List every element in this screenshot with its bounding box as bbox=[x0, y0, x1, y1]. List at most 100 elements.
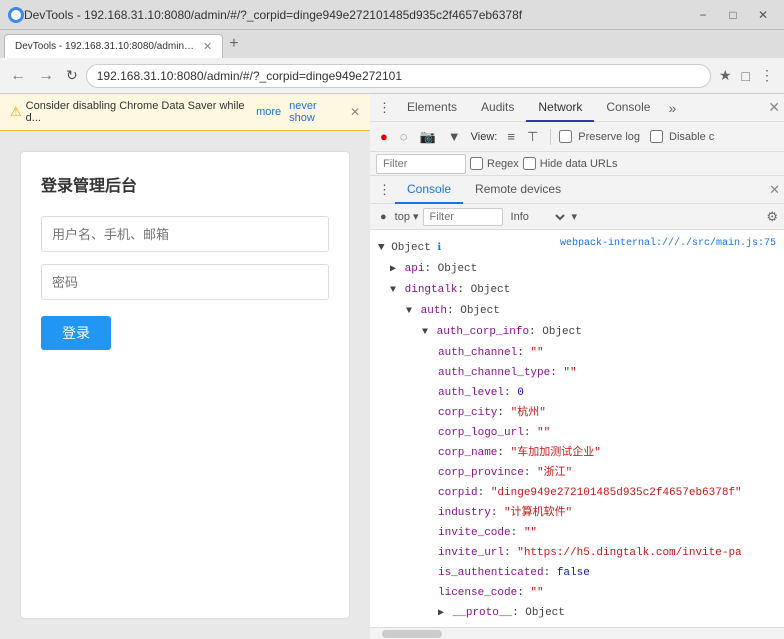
proto1-toggle[interactable]: ▶ bbox=[438, 608, 444, 619]
tree-root-toggle[interactable]: ▼ Object bbox=[378, 242, 437, 254]
new-tab-button[interactable]: + bbox=[229, 35, 238, 53]
hide-data-urls-label: Hide data URLs bbox=[540, 158, 618, 170]
warning-icon: ⚠ bbox=[10, 104, 22, 120]
username-input[interactable] bbox=[41, 216, 329, 252]
tab-bar: DevTools - 192.168.31.10:8080/admin/#/?_… bbox=[0, 30, 784, 58]
tree-line-industry: industry: "计算机软件" bbox=[370, 503, 784, 523]
clear-btn[interactable]: ◌ bbox=[396, 127, 412, 146]
tree-line-auth-channel-type: auth_channel_type: "" bbox=[370, 363, 784, 383]
chrome-window: DevTools - 192.168.31.10:8080/admin/#/?_… bbox=[0, 0, 784, 639]
dt-tab-audits[interactable]: Audits bbox=[469, 94, 526, 122]
console-tab-label: Console bbox=[407, 182, 451, 196]
login-title: 登录管理后台 bbox=[41, 172, 329, 196]
tree-line-auth-corp-info: ▼ auth_corp_info: Object bbox=[370, 322, 784, 343]
scrollbar-thumb[interactable] bbox=[382, 630, 442, 638]
console-settings-btn[interactable]: ⚙ bbox=[766, 209, 778, 225]
disable-cache-checkbox[interactable] bbox=[650, 130, 663, 143]
dt-tab-elements[interactable]: Elements bbox=[395, 94, 469, 122]
dt-tab-network[interactable]: Network bbox=[526, 94, 594, 122]
tree-line-corp-city: corp_city: "杭州" bbox=[370, 403, 784, 423]
warning-more-link[interactable]: more bbox=[256, 106, 281, 118]
devtools-panel: ⋮ Elements Audits Network Console » ✕ ● … bbox=[370, 94, 784, 639]
warning-text: Consider disabling Chrome Data Saver whi… bbox=[26, 100, 248, 124]
tree-line-invite-url: invite_url: "https://h5.dingtalk.com/inv… bbox=[370, 543, 784, 563]
tree-line-proto1: ▶ __proto__: Object bbox=[370, 603, 784, 624]
filter-toggle-btn[interactable]: ▼ bbox=[444, 127, 465, 146]
horizontal-scrollbar[interactable] bbox=[370, 627, 784, 639]
console-output: webpack-internal:///./src/main.js:75 ▼ O… bbox=[370, 230, 784, 627]
tree-line-auth-channel: auth_channel: "" bbox=[370, 343, 784, 363]
url-text: 192.168.31.10:8080/admin/#/?_corpid=ding… bbox=[97, 69, 402, 83]
title-bar: DevTools - 192.168.31.10:8080/admin/#/?_… bbox=[0, 0, 784, 30]
log-level-select[interactable]: Info Verbose Warning Error bbox=[507, 210, 568, 224]
minimize-button[interactable]: − bbox=[690, 5, 716, 25]
record-btn[interactable]: ● bbox=[376, 127, 392, 146]
top-context[interactable]: top ▾ bbox=[395, 210, 419, 223]
api-toggle[interactable]: ▶ bbox=[390, 264, 396, 275]
tab-title: DevTools - 192.168.31.10:8080/admin/#/?_… bbox=[15, 41, 195, 52]
capture-screenshot-btn[interactable]: 📷 bbox=[416, 127, 440, 147]
login-form-container: 登录管理后台 登录 bbox=[20, 151, 350, 619]
password-input[interactable] bbox=[41, 264, 329, 300]
warning-never-show-link[interactable]: never show bbox=[289, 100, 342, 124]
tree-line-corp-name: corp_name: "车加加测试企业" bbox=[370, 443, 784, 463]
dt-more-tabs-btn[interactable]: » bbox=[662, 100, 682, 116]
devtools-main-tabs: ⋮ Elements Audits Network Console » ✕ bbox=[370, 94, 784, 122]
tree-line-license-code: license_code: "" bbox=[370, 583, 784, 603]
browser-tab[interactable]: DevTools - 192.168.31.10:8080/admin/#/?_… bbox=[4, 34, 223, 58]
console-panel-close-btn[interactable]: ✕ bbox=[769, 182, 780, 198]
separator bbox=[550, 129, 551, 145]
filter-input[interactable] bbox=[376, 154, 466, 174]
console-filter-input[interactable] bbox=[423, 208, 503, 226]
warning-bar: ⚠ Consider disabling Chrome Data Saver w… bbox=[0, 94, 370, 131]
regex-checkbox[interactable] bbox=[470, 157, 483, 170]
close-button[interactable]: ✕ bbox=[750, 5, 776, 25]
reload-button[interactable]: ↻ bbox=[62, 65, 82, 86]
login-button[interactable]: 登录 bbox=[41, 316, 111, 350]
preserve-log-checkbox[interactable] bbox=[559, 130, 572, 143]
more-options-icon[interactable]: ⋮ bbox=[756, 65, 778, 86]
remote-devices-tab-label: Remote devices bbox=[475, 182, 561, 196]
address-bar[interactable]: 192.168.31.10:8080/admin/#/?_corpid=ding… bbox=[86, 64, 711, 88]
hide-data-urls-checkbox[interactable] bbox=[523, 157, 536, 170]
tree-line-corpid: corpid: "dinge949e272101485d935c2f4657eb… bbox=[370, 483, 784, 503]
info-dropdown-arrow[interactable]: ▾ bbox=[572, 210, 578, 223]
main-content: ⚠ Consider disabling Chrome Data Saver w… bbox=[0, 94, 784, 639]
devtools-inspect-icon[interactable]: □ bbox=[738, 65, 754, 86]
favicon-icon bbox=[8, 7, 24, 23]
browser-toolbar: ← → ↻ 192.168.31.10:8080/admin/#/?_corpi… bbox=[0, 58, 784, 94]
grid-view-btn[interactable]: ⊤ bbox=[523, 127, 542, 147]
source-link[interactable]: webpack-internal:///./src/main.js:75 bbox=[560, 236, 776, 252]
devtools-menu-btn[interactable]: ⋮ bbox=[374, 98, 395, 118]
left-panel: ⚠ Consider disabling Chrome Data Saver w… bbox=[0, 94, 370, 639]
forward-button[interactable]: → bbox=[34, 65, 58, 87]
auth-toggle[interactable]: ▼ bbox=[406, 306, 412, 317]
console-filter-bar: ● top ▾ Info Verbose Warning Error ▾ ⚙ bbox=[370, 204, 784, 230]
regex-label: Regex bbox=[487, 158, 519, 170]
view-label: View: bbox=[471, 131, 498, 143]
window-controls: − □ ✕ bbox=[690, 5, 776, 25]
filter-bar: Regex Hide data URLs bbox=[370, 152, 784, 176]
devtools-close-btn[interactable]: ✕ bbox=[768, 99, 780, 116]
console-menu-btn[interactable]: ⋮ bbox=[374, 180, 395, 200]
console-tabs: ⋮ Console Remote devices ✕ bbox=[370, 176, 784, 204]
dingtalk-toggle[interactable]: ▼ bbox=[390, 285, 396, 296]
tab-close-btn[interactable]: ✕ bbox=[203, 40, 212, 53]
tree-line-corp-logo: corp_logo_url: "" bbox=[370, 423, 784, 443]
window-title: DevTools - 192.168.31.10:8080/admin/#/?_… bbox=[24, 8, 690, 22]
tree-line-auth-level: auth_level: 0 bbox=[370, 383, 784, 403]
tab-console[interactable]: Console bbox=[395, 176, 463, 204]
warning-close-btn[interactable]: ✕ bbox=[350, 105, 360, 119]
maximize-button[interactable]: □ bbox=[720, 5, 746, 25]
tree-line-invite-code: invite_code: "" bbox=[370, 523, 784, 543]
tree-info-icon[interactable]: ℹ bbox=[437, 243, 441, 254]
tree-line-corp-province: corp_province: "浙江" bbox=[370, 463, 784, 483]
back-button[interactable]: ← bbox=[6, 65, 30, 87]
console-clear-btn[interactable]: ● bbox=[376, 209, 391, 225]
tab-remote-devices[interactable]: Remote devices bbox=[463, 176, 573, 204]
preserve-log-label: Preserve log bbox=[578, 131, 640, 143]
list-view-btn[interactable]: ≡ bbox=[503, 127, 519, 146]
auth-corp-info-toggle[interactable]: ▼ bbox=[422, 327, 428, 338]
dt-tab-console[interactable]: Console bbox=[594, 94, 662, 122]
bookmark-star-icon[interactable]: ★ bbox=[715, 65, 736, 86]
